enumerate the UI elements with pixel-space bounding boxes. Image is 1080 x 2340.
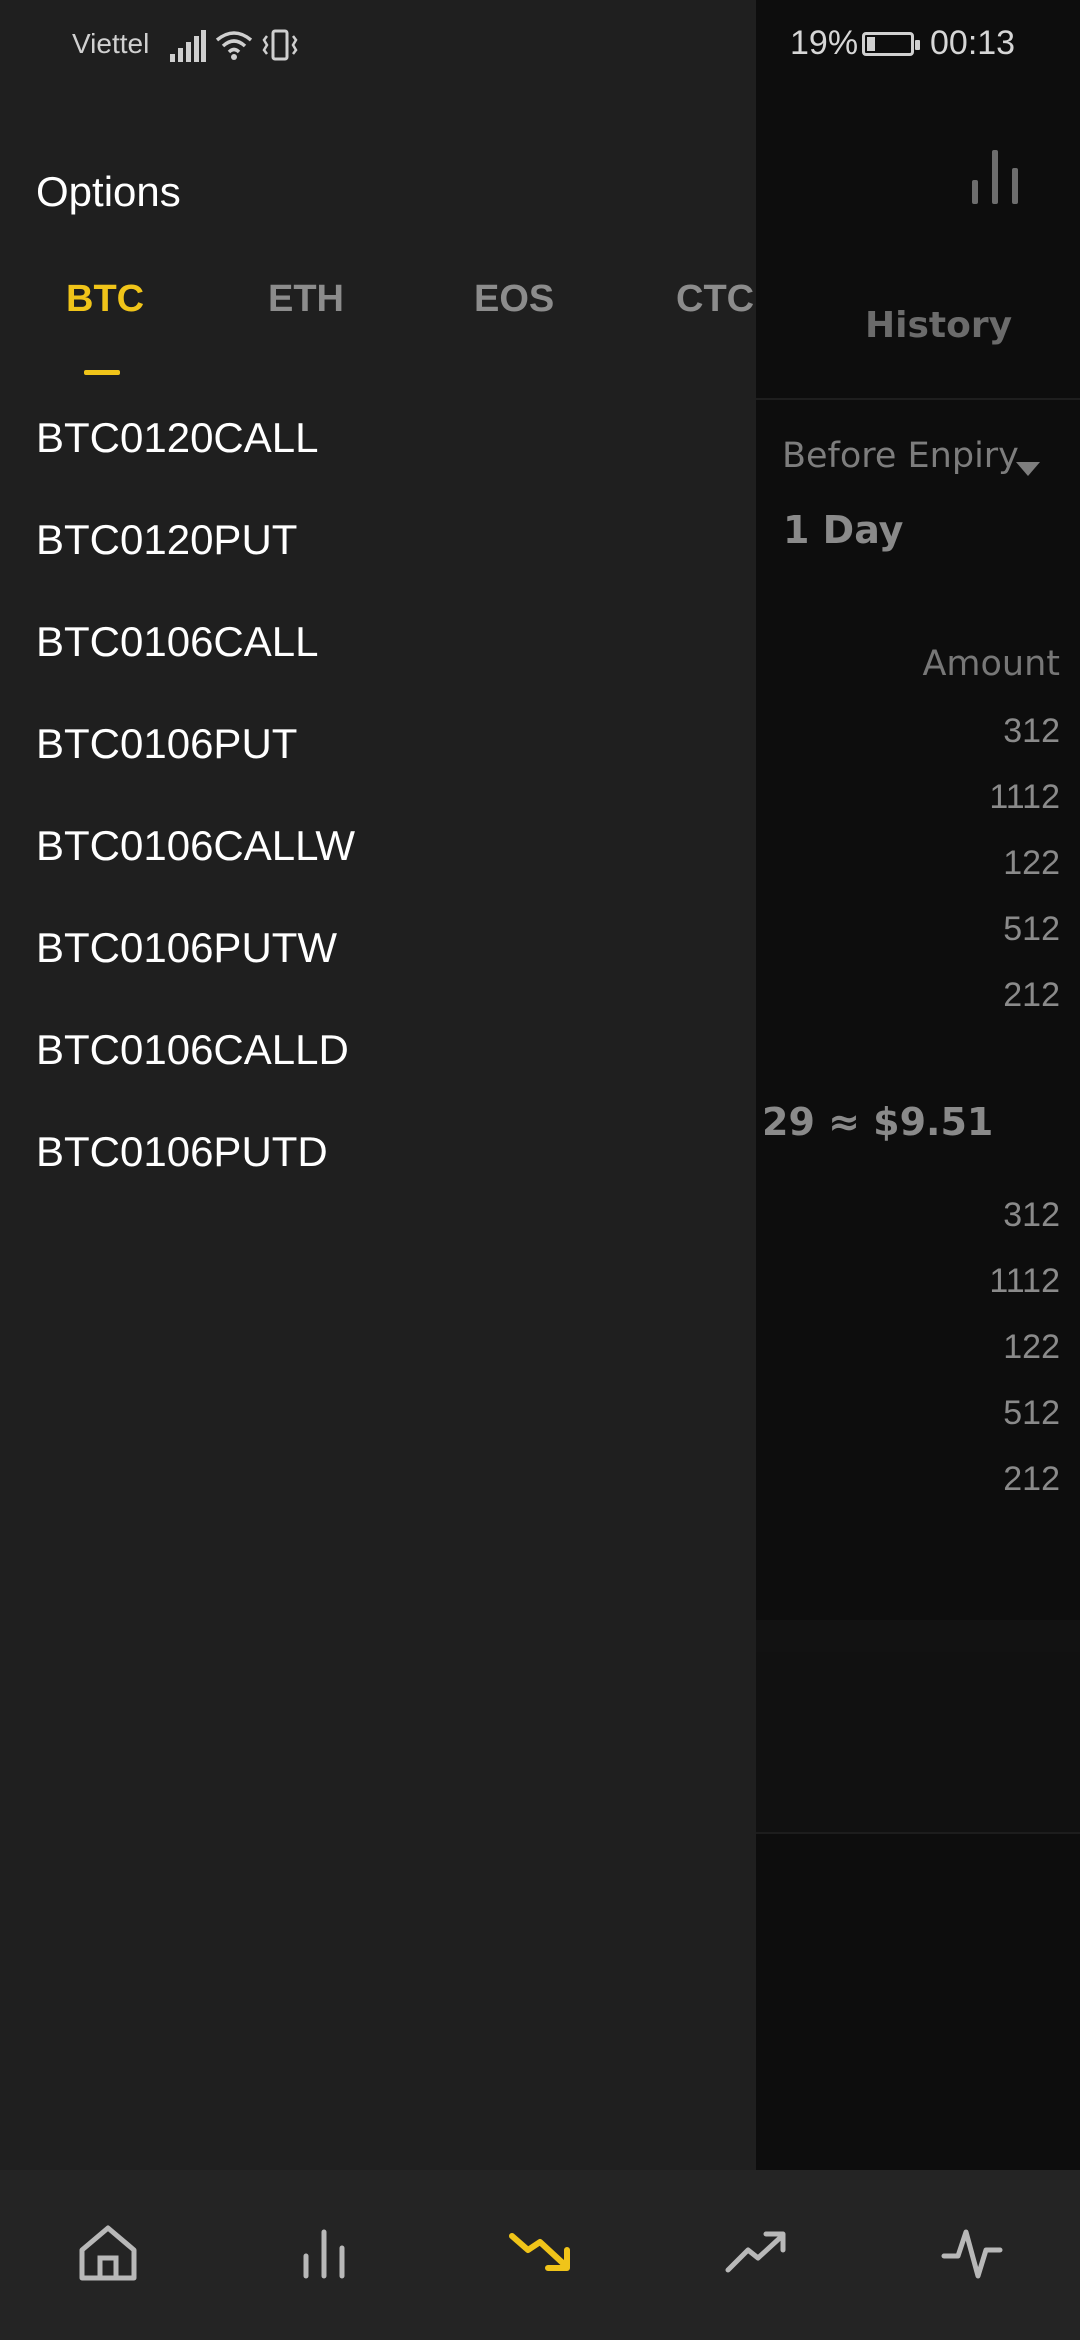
home-icon bbox=[79, 2225, 137, 2281]
chevron-down-icon bbox=[1016, 462, 1040, 476]
tab-eth[interactable]: ETH bbox=[268, 278, 344, 321]
options-drawer: Options BTC ETH EOS CTC BTC0120CALL BTC0… bbox=[0, 0, 756, 2170]
status-bar: Viettel 19% 00:13 bbox=[0, 0, 1080, 92]
battery-fill bbox=[867, 37, 875, 51]
divider bbox=[756, 1832, 1080, 1834]
contract-item[interactable]: BTC0106PUT bbox=[36, 720, 297, 768]
contract-item[interactable]: BTC0106PUTD bbox=[36, 1128, 328, 1176]
amount-header: Amount bbox=[922, 644, 1060, 684]
wifi-icon bbox=[215, 31, 253, 60]
contract-item[interactable]: BTC0106CALLW bbox=[36, 822, 355, 870]
markets-icon bbox=[303, 2229, 345, 2279]
divider bbox=[756, 398, 1080, 400]
nav-activity[interactable] bbox=[864, 2170, 1080, 2340]
amount-value: 1112 bbox=[989, 778, 1060, 816]
amount-value: 212 bbox=[1003, 976, 1060, 1014]
clock: 00:13 bbox=[930, 24, 1016, 62]
amount-value: 212 bbox=[1003, 1460, 1060, 1498]
panel-divider bbox=[756, 1620, 1080, 1652]
tab-ctc[interactable]: CTC bbox=[676, 278, 754, 321]
amount-value: 1112 bbox=[989, 1262, 1060, 1300]
contract-item[interactable]: BTC0106CALL bbox=[36, 618, 319, 666]
tab-btc[interactable]: BTC bbox=[66, 278, 144, 321]
trade-icon bbox=[725, 2231, 786, 2273]
nav-markets[interactable] bbox=[216, 2170, 432, 2340]
amount-value: 512 bbox=[1003, 910, 1060, 948]
vibrate-icon bbox=[262, 29, 298, 61]
carrier-label: Viettel bbox=[72, 28, 150, 59]
signal-icon bbox=[170, 30, 206, 62]
bottom-nav bbox=[0, 2170, 1080, 2340]
chart-icon bbox=[972, 150, 1022, 204]
nav-trade[interactable] bbox=[648, 2170, 864, 2340]
expiry-value: 1 Day bbox=[783, 508, 904, 552]
panel bbox=[756, 1652, 1080, 1832]
active-tab-indicator bbox=[84, 370, 120, 375]
contract-item[interactable]: BTC0120CALL bbox=[36, 414, 319, 462]
options-icon bbox=[509, 2233, 570, 2271]
price-value: 29 ≈ $9.51 bbox=[762, 1100, 994, 1144]
history-tab: History bbox=[865, 305, 1013, 346]
battery-percent: 19% bbox=[790, 24, 859, 62]
contract-item[interactable]: BTC0106PUTW bbox=[36, 924, 337, 972]
nav-home[interactable] bbox=[0, 2170, 216, 2340]
drawer-title: Options bbox=[36, 168, 181, 215]
amount-value: 312 bbox=[1003, 712, 1060, 750]
amount-value: 122 bbox=[1003, 844, 1060, 882]
battery-icon bbox=[862, 32, 920, 56]
amount-value: 512 bbox=[1003, 1394, 1060, 1432]
tab-eos[interactable]: EOS bbox=[474, 278, 554, 321]
contract-item[interactable]: BTC0120PUT bbox=[36, 516, 297, 564]
amount-value: 122 bbox=[1003, 1328, 1060, 1366]
expiry-label: Before Enpiry bbox=[782, 436, 1019, 476]
nav-options[interactable] bbox=[432, 2170, 648, 2340]
activity-icon bbox=[941, 2229, 1003, 2279]
contract-item[interactable]: BTC0106CALLD bbox=[36, 1026, 349, 1074]
amount-value: 312 bbox=[1003, 1196, 1060, 1234]
